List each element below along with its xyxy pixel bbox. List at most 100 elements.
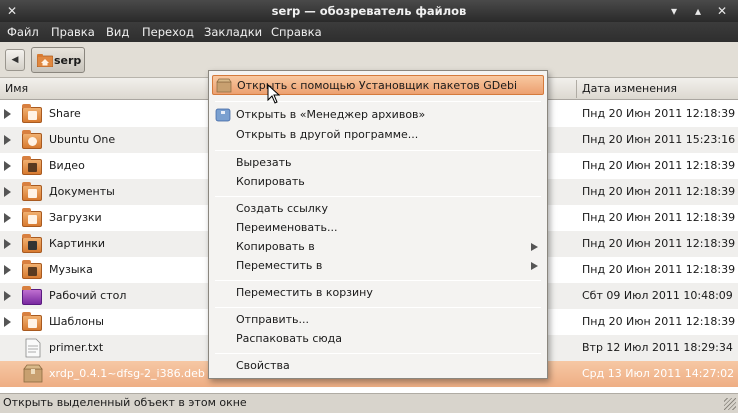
menu-item-properties[interactable]: Свойства — [209, 356, 547, 376]
menu-item-make-link[interactable]: Создать ссылку — [209, 199, 547, 219]
path-button-serp[interactable]: serp — [31, 47, 85, 73]
menu-bookmarks[interactable]: Закладки — [204, 25, 262, 39]
home-folder-icon — [37, 54, 53, 67]
menu-separator — [215, 101, 541, 102]
expander-icon[interactable] — [4, 317, 11, 327]
expander-icon[interactable] — [4, 239, 11, 249]
folder-documents-icon — [22, 182, 44, 202]
menu-bar: Файл Правка Вид Переход Закладки Справка — [0, 22, 738, 42]
menu-view[interactable]: Вид — [106, 25, 129, 39]
file-date: Пнд 20 Июн 2011 12:18:39 — [582, 185, 736, 198]
text-file-icon — [25, 338, 41, 358]
window-title: serp — обозреватель файлов — [271, 4, 467, 18]
menu-edit[interactable]: Правка — [51, 25, 95, 39]
status-text: Открыть выделенный объект в этом окне — [3, 396, 247, 409]
menu-help[interactable]: Справка — [271, 25, 322, 39]
file-date: Пнд 20 Июн 2011 12:18:39 — [582, 237, 736, 250]
close-icon[interactable]: ✕ — [714, 3, 730, 19]
menu-item-label: Открыть в «Менеджер архивов» — [236, 108, 426, 121]
submenu-arrow-icon — [531, 262, 538, 270]
folder-pictures-icon — [22, 234, 44, 254]
file-name: Шаблоны — [49, 315, 104, 328]
submenu-arrow-icon — [531, 243, 538, 251]
menu-file[interactable]: Файл — [7, 25, 39, 39]
maximize-icon[interactable]: ▴ — [690, 3, 706, 19]
menu-item-label: Переименовать... — [236, 221, 338, 234]
column-date[interactable]: Дата изменения — [582, 82, 677, 95]
file-date: Пнд 20 Июн 2011 12:18:39 — [582, 159, 736, 172]
menu-item-open-gdebi[interactable]: Открыть с помощью Установщик пакетов GDe… — [212, 75, 544, 95]
file-name: Видео — [49, 159, 85, 172]
menu-item-label: Открыть в другой программе... — [236, 128, 419, 141]
file-name: Загрузки — [49, 211, 102, 224]
expander-icon[interactable] — [4, 213, 11, 223]
expander-icon[interactable] — [4, 291, 11, 301]
folder-share-icon — [22, 104, 44, 124]
menu-item-copy[interactable]: Копировать — [209, 172, 547, 192]
menu-item-copy-to[interactable]: Копировать в — [209, 237, 547, 257]
status-bar: Открыть выделенный объект в этом окне — [0, 393, 738, 413]
file-name: xrdp_0.4.1~dfsg-2_i386.deb — [49, 367, 205, 380]
file-name: Музыка — [49, 263, 93, 276]
package-icon — [216, 78, 232, 93]
file-date: Пнд 20 Июн 2011 12:18:39 — [582, 211, 736, 224]
menu-separator — [215, 196, 541, 197]
folder-desktop-icon — [22, 286, 44, 306]
expander-icon[interactable] — [4, 161, 11, 171]
menu-item-move-to[interactable]: Переместить в — [209, 256, 547, 276]
resize-grip-icon[interactable] — [724, 398, 736, 410]
context-menu: Открыть с помощью Установщик пакетов GDe… — [208, 70, 548, 379]
expander-icon[interactable] — [4, 265, 11, 275]
column-name[interactable]: Имя — [5, 82, 28, 95]
file-date: Втр 12 Июл 2011 18:29:34 — [582, 341, 733, 354]
file-name: Картинки — [49, 237, 106, 250]
path-label: serp — [54, 54, 82, 67]
file-date: Пнд 20 Июн 2011 12:18:39 — [582, 263, 736, 276]
menu-item-label: Свойства — [236, 359, 290, 372]
menu-item-open-archive-manager[interactable]: Открыть в «Менеджер архивов» — [209, 105, 547, 125]
file-name: Документы — [49, 185, 115, 198]
menu-separator — [215, 150, 541, 151]
column-separator[interactable] — [576, 80, 577, 98]
menu-item-send[interactable]: Отправить... — [209, 310, 547, 330]
file-name: Рабочий стол — [49, 289, 127, 302]
menu-item-extract-here[interactable]: Распаковать сюда — [209, 329, 547, 349]
mouse-cursor-icon — [267, 84, 281, 104]
folder-templates-icon — [22, 312, 44, 332]
minimize-icon[interactable]: ▾ — [666, 3, 682, 19]
file-date: Пнд 20 Июн 2011 12:18:39 — [582, 107, 736, 120]
expander-icon[interactable] — [4, 109, 11, 119]
menu-item-label: Отправить... — [236, 313, 309, 326]
folder-music-icon — [22, 260, 44, 280]
menu-separator — [215, 353, 541, 354]
package-icon — [23, 364, 43, 383]
file-date: Пнд 20 Июн 2011 12:18:39 — [582, 315, 736, 328]
folder-downloads-icon — [22, 208, 44, 228]
file-name: Share — [49, 107, 81, 120]
menu-go[interactable]: Переход — [142, 25, 194, 39]
archive-manager-icon — [215, 108, 231, 122]
menu-item-move-to-trash[interactable]: Переместить в корзину — [209, 283, 547, 303]
folder-ubuntu-one-icon — [22, 130, 44, 150]
menu-item-label: Переместить в корзину — [236, 286, 373, 299]
menu-separator — [215, 280, 541, 281]
menu-item-rename[interactable]: Переименовать... — [209, 218, 547, 238]
menu-item-label: Создать ссылку — [236, 202, 328, 215]
menu-separator — [215, 307, 541, 308]
file-date: Пнд 20 Июн 2011 15:23:16 — [582, 133, 736, 146]
folder-video-icon — [22, 156, 44, 176]
menu-item-cut[interactable]: Вырезать — [209, 153, 547, 173]
menu-item-label: Вырезать — [236, 156, 292, 169]
back-button[interactable]: ◀ — [5, 49, 25, 71]
menu-item-open-other[interactable]: Открыть в другой программе... — [209, 125, 547, 145]
menu-item-label: Копировать в — [236, 240, 315, 253]
expander-icon[interactable] — [4, 135, 11, 145]
file-date: Срд 13 Июл 2011 14:27:02 — [582, 367, 735, 380]
file-date: Сбт 09 Июл 2011 10:48:09 — [582, 289, 733, 302]
expander-icon[interactable] — [4, 187, 11, 197]
file-name: primer.txt — [49, 341, 104, 354]
menu-item-label: Копировать — [236, 175, 305, 188]
menu-item-label: Переместить в — [236, 259, 323, 272]
menu-item-label: Распаковать сюда — [236, 332, 342, 345]
title-bar: ✕ serp — обозреватель файлов ▾ ▴ ✕ — [0, 0, 738, 22]
